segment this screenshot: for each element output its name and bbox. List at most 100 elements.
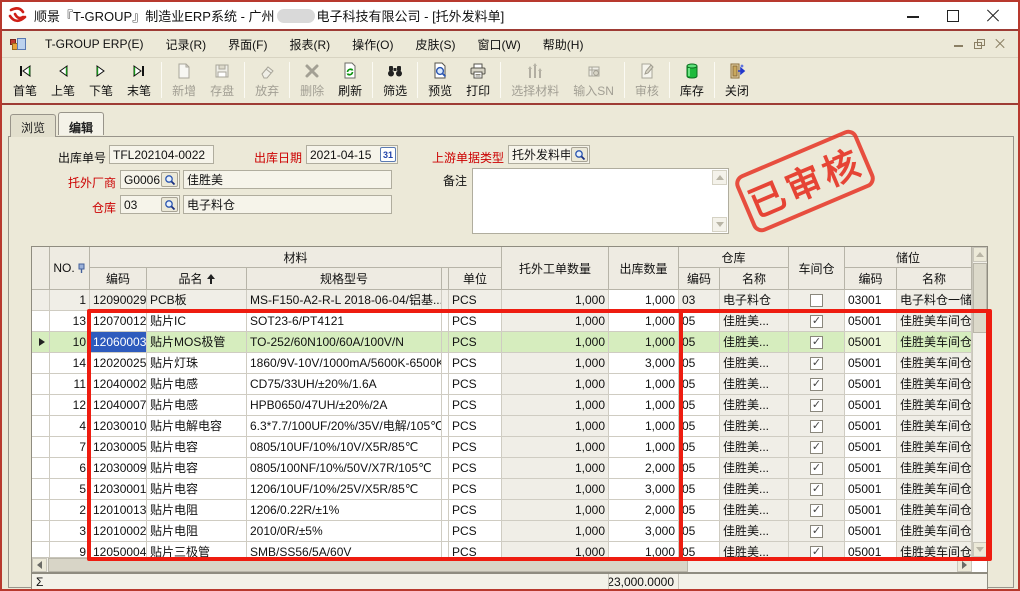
filter-button[interactable]: 筛选 — [376, 60, 414, 101]
cell-spec[interactable]: MS-F150-A2-R-L 2018-06-04/铝基... — [247, 290, 442, 311]
maximize-icon[interactable] — [946, 9, 960, 23]
cell-material-code[interactable]: 12010002 — [90, 521, 147, 542]
cell-warehouse-name[interactable]: 佳胜美... — [720, 500, 789, 521]
cell-warehouse-name[interactable]: 佳胜美... — [720, 311, 789, 332]
cell-location-code[interactable]: 05001 — [845, 542, 897, 557]
cell-narrow[interactable] — [442, 374, 449, 395]
pin-icon[interactable] — [77, 263, 86, 274]
workshop-checkbox[interactable] — [810, 399, 823, 412]
header-material-name[interactable]: 品名 — [147, 268, 247, 290]
cell-unit[interactable]: PCS — [449, 332, 502, 353]
calendar-icon[interactable]: 31 — [380, 147, 396, 162]
cell-unit[interactable]: PCS — [449, 353, 502, 374]
cell-material-code[interactable]: 12060003 — [90, 332, 147, 353]
cell-location-name[interactable]: 电子料仓一储 — [897, 290, 972, 311]
header-material[interactable]: 材料 — [90, 247, 502, 268]
preview-button[interactable]: 预览 — [421, 60, 459, 101]
cell-location-name[interactable]: 佳胜美车间仓 — [897, 521, 972, 542]
mdi-close-icon[interactable] — [995, 39, 1006, 49]
doc-no-input[interactable] — [113, 148, 210, 162]
menu-report[interactable]: 报表(R) — [278, 33, 341, 56]
scroll-up-icon[interactable] — [712, 170, 727, 185]
cell-narrow[interactable] — [442, 332, 449, 353]
cell-unit[interactable]: PCS — [449, 374, 502, 395]
close-icon[interactable] — [986, 9, 1000, 23]
table-row[interactable]: 12 12040007 贴片电感 HPB0650/47UH/±20%/2A PC… — [32, 395, 987, 416]
menu-skin[interactable]: 皮肤(S) — [404, 33, 466, 56]
cell-wo-qty[interactable]: 1,000 — [502, 458, 609, 479]
cell-location-name[interactable]: 佳胜美车间仓 — [897, 458, 972, 479]
minimize-icon[interactable] — [906, 9, 920, 23]
cell-material-name[interactable]: PCB板 — [147, 290, 247, 311]
cell-spec[interactable]: 1860/9V-10V/1000mA/5600K-6500K... — [247, 353, 442, 374]
cell-spec[interactable]: 1206/0.22R/±1% — [247, 500, 442, 521]
workshop-checkbox[interactable] — [810, 525, 823, 538]
header-location-name[interactable]: 名称 — [897, 268, 972, 290]
warehouse-code-field[interactable] — [120, 195, 180, 214]
cell-no[interactable]: 4 — [50, 416, 90, 437]
first-record-button[interactable]: 首笔 — [6, 60, 44, 101]
cell-location-code[interactable]: 05001 — [845, 332, 897, 353]
cell-narrow[interactable] — [442, 458, 449, 479]
scroll-right-icon[interactable] — [957, 558, 972, 572]
cell-no[interactable]: 7 — [50, 437, 90, 458]
mdi-minimize-icon[interactable] — [953, 39, 964, 49]
cell-location-code[interactable]: 05001 — [845, 437, 897, 458]
workshop-checkbox[interactable] — [810, 315, 823, 328]
cell-wo-qty[interactable]: 1,000 — [502, 353, 609, 374]
tab-edit[interactable]: 编辑 — [58, 112, 104, 135]
cell-wo-qty[interactable]: 1,000 — [502, 479, 609, 500]
cell-narrow[interactable] — [442, 479, 449, 500]
cell-location-name[interactable]: 佳胜美车间仓 — [897, 395, 972, 416]
cell-spec[interactable]: CD75/33UH/±20%/1.6A — [247, 374, 442, 395]
last-record-button[interactable]: 末笔 — [120, 60, 158, 101]
table-row[interactable]: 14 12020025 贴片灯珠 1860/9V-10V/1000mA/5600… — [32, 353, 987, 374]
cell-material-name[interactable]: 贴片MOS极管 — [147, 332, 247, 353]
cell-no[interactable]: 1 — [50, 290, 90, 311]
workshop-checkbox[interactable] — [810, 483, 823, 496]
cell-narrow[interactable] — [442, 500, 449, 521]
cell-warehouse-name[interactable]: 佳胜美... — [720, 521, 789, 542]
cell-no[interactable]: 13 — [50, 311, 90, 332]
cell-out-qty[interactable]: 2,000 — [609, 500, 679, 521]
cell-spec[interactable]: TO-252/60N100/60A/100V/N — [247, 332, 442, 353]
cell-location-name[interactable]: 佳胜美车间仓 — [897, 437, 972, 458]
cell-location-code[interactable]: 05001 — [845, 521, 897, 542]
workshop-checkbox[interactable] — [810, 357, 823, 370]
cell-narrow[interactable] — [442, 542, 449, 557]
cell-warehouse-code[interactable]: 05 — [679, 311, 720, 332]
cell-material-code[interactable]: 12090029 — [90, 290, 147, 311]
tab-browse[interactable]: 浏览 — [10, 114, 56, 137]
table-row[interactable]: 6 12030009 贴片电容 0805/100NF/10%/50V/X7R/1… — [32, 458, 987, 479]
menu-window[interactable]: 窗口(W) — [466, 33, 531, 56]
cell-location-name[interactable]: 佳胜美车间仓 — [897, 479, 972, 500]
cell-spec[interactable]: SMB/SS56/5A/60V — [247, 542, 442, 557]
header-out-qty[interactable]: 出库数量 — [609, 247, 679, 290]
cell-warehouse-name[interactable]: 电子料仓 — [720, 290, 789, 311]
header-narrow[interactable] — [442, 268, 449, 290]
close-form-button[interactable]: 关闭 — [718, 60, 756, 101]
cell-location-name[interactable]: 佳胜美车间仓 — [897, 542, 972, 557]
cell-warehouse-code[interactable]: 05 — [679, 437, 720, 458]
cell-warehouse-name[interactable]: 佳胜美... — [720, 395, 789, 416]
table-row[interactable]: 9 12050004 贴片三极管 SMB/SS56/5A/60V PCS 1,0… — [32, 542, 987, 557]
vendor-code-field[interactable] — [120, 170, 180, 189]
vscroll-thumb[interactable] — [973, 263, 987, 333]
header-unit[interactable]: 单位 — [449, 268, 502, 290]
cell-material-name[interactable]: 贴片灯珠 — [147, 353, 247, 374]
cell-out-qty[interactable]: 1,000 — [609, 332, 679, 353]
cell-out-qty[interactable]: 3,000 — [609, 479, 679, 500]
cell-location-name[interactable]: 佳胜美车间仓 — [897, 500, 972, 521]
cell-out-qty[interactable]: 1,000 — [609, 437, 679, 458]
cell-material-code[interactable]: 12030009 — [90, 458, 147, 479]
cell-warehouse-code[interactable]: 05 — [679, 353, 720, 374]
cell-material-name[interactable]: 贴片电阻 — [147, 521, 247, 542]
cell-material-code[interactable]: 12040002 — [90, 374, 147, 395]
cell-material-name[interactable]: 贴片电阻 — [147, 500, 247, 521]
table-row[interactable]: 13 12070012 贴片IC SOT23-6/PT4121 PCS 1,00… — [32, 311, 987, 332]
hscroll-thumb[interactable] — [48, 558, 688, 572]
menu-record[interactable]: 记录(R) — [154, 33, 217, 56]
cell-narrow[interactable] — [442, 437, 449, 458]
cell-material-name[interactable]: 贴片电感 — [147, 374, 247, 395]
cell-no[interactable]: 3 — [50, 521, 90, 542]
